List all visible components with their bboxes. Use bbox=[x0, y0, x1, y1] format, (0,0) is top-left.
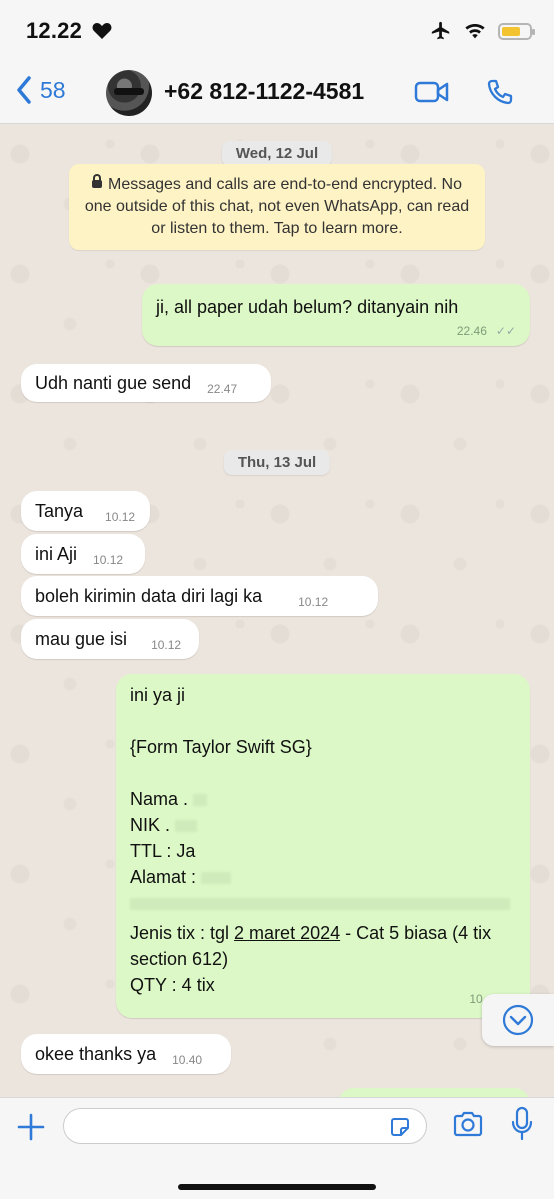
message-incoming[interactable]: boleh kirimin data diri lagi ka 10.12 bbox=[21, 576, 378, 616]
form-line: Alamat : bbox=[130, 864, 516, 890]
form-line: Jenis tix : tgl 2 maret 2024 - Cat 5 bia… bbox=[130, 923, 492, 969]
form-line: ini ya ji bbox=[130, 685, 186, 705]
message-text: Udh nanti gue send bbox=[35, 373, 192, 393]
microphone-icon[interactable] bbox=[510, 1106, 534, 1142]
message-outgoing-form[interactable]: ini ya ji {Form Taylor Swift SG} Nama . … bbox=[116, 674, 530, 1018]
form-redacted-line bbox=[130, 890, 516, 916]
message-time: 10.12 bbox=[93, 553, 124, 567]
chat-header: 58 +62 812-1122-4581 bbox=[0, 62, 554, 124]
video-call-icon[interactable] bbox=[414, 80, 450, 104]
phone-call-icon[interactable] bbox=[486, 78, 514, 106]
date-separator: Wed, 12 Jul bbox=[221, 141, 333, 166]
sticker-icon[interactable] bbox=[388, 1115, 412, 1139]
battery-icon bbox=[498, 22, 535, 40]
form-line: NIK . bbox=[130, 812, 516, 838]
message-text: mau gue isi bbox=[35, 629, 128, 649]
encryption-notice[interactable]: Messages and calls are end-to-end encryp… bbox=[69, 164, 485, 250]
message-time: 22.47 bbox=[207, 382, 238, 396]
message-time: 10.12 bbox=[105, 510, 136, 524]
message-input[interactable] bbox=[63, 1108, 427, 1144]
read-ticks-icon: ✓✓ bbox=[495, 324, 516, 338]
date-separator: Thu, 13 Jul bbox=[223, 450, 331, 475]
contact-name[interactable]: +62 812-1122-4581 bbox=[164, 78, 364, 105]
message-incoming[interactable]: Tanya 10.12 bbox=[21, 491, 150, 531]
message-text: boleh kirimin data diri lagi ka bbox=[35, 586, 263, 606]
message-incoming[interactable]: ini Aji 10.12 bbox=[21, 534, 145, 574]
composer-bar bbox=[0, 1097, 554, 1199]
avatar[interactable] bbox=[106, 70, 152, 116]
home-indicator bbox=[178, 1184, 376, 1190]
message-outgoing[interactable]: ji, all paper udah belum? ditanyain nih … bbox=[142, 284, 530, 346]
status-time: 12.22 bbox=[26, 18, 83, 43]
heart-icon bbox=[92, 23, 112, 39]
message-text: Tanya bbox=[35, 501, 84, 521]
chat-area[interactable]: Wed, 12 Jul Messages and calls are end-t… bbox=[0, 124, 554, 1097]
chevron-left-icon bbox=[17, 76, 31, 104]
plus-icon[interactable] bbox=[16, 1112, 46, 1142]
form-title: {Form Taylor Swift SG} bbox=[130, 737, 312, 757]
date-link[interactable]: 2 maret 2024 bbox=[234, 923, 340, 943]
message-incoming[interactable]: okee thanks ya 10.40 bbox=[21, 1034, 231, 1074]
message-time: 22.46 bbox=[456, 324, 487, 338]
back-button[interactable]: 58 bbox=[16, 76, 66, 104]
message-incoming[interactable]: Udh nanti gue send 22.47 bbox=[21, 364, 271, 402]
message-text: ini Aji bbox=[35, 544, 78, 564]
status-bar: 12.22 bbox=[0, 0, 554, 62]
airplane-icon bbox=[431, 21, 450, 40]
lock-icon bbox=[92, 174, 102, 188]
encryption-text: Messages and calls are end-to-end encryp… bbox=[84, 176, 470, 237]
message-text: okee thanks ya bbox=[35, 1044, 157, 1064]
scroll-down-button[interactable] bbox=[482, 994, 554, 1046]
form-line: TTL : Ja bbox=[130, 841, 196, 861]
message-outgoing-partial[interactable] bbox=[338, 1088, 530, 1097]
message-incoming[interactable]: mau gue isi 10.12 bbox=[21, 619, 199, 659]
message-time: 10.40 bbox=[172, 1053, 203, 1067]
form-line: Nama . bbox=[130, 786, 516, 812]
message-time: 10.12 bbox=[298, 595, 329, 609]
camera-icon[interactable] bbox=[452, 1110, 484, 1138]
chevron-down-circle-icon bbox=[502, 1004, 534, 1036]
wifi-icon bbox=[465, 23, 485, 39]
status-icons bbox=[430, 20, 535, 42]
unread-count: 58 bbox=[40, 76, 66, 103]
message-time: 10.12 bbox=[151, 638, 182, 652]
